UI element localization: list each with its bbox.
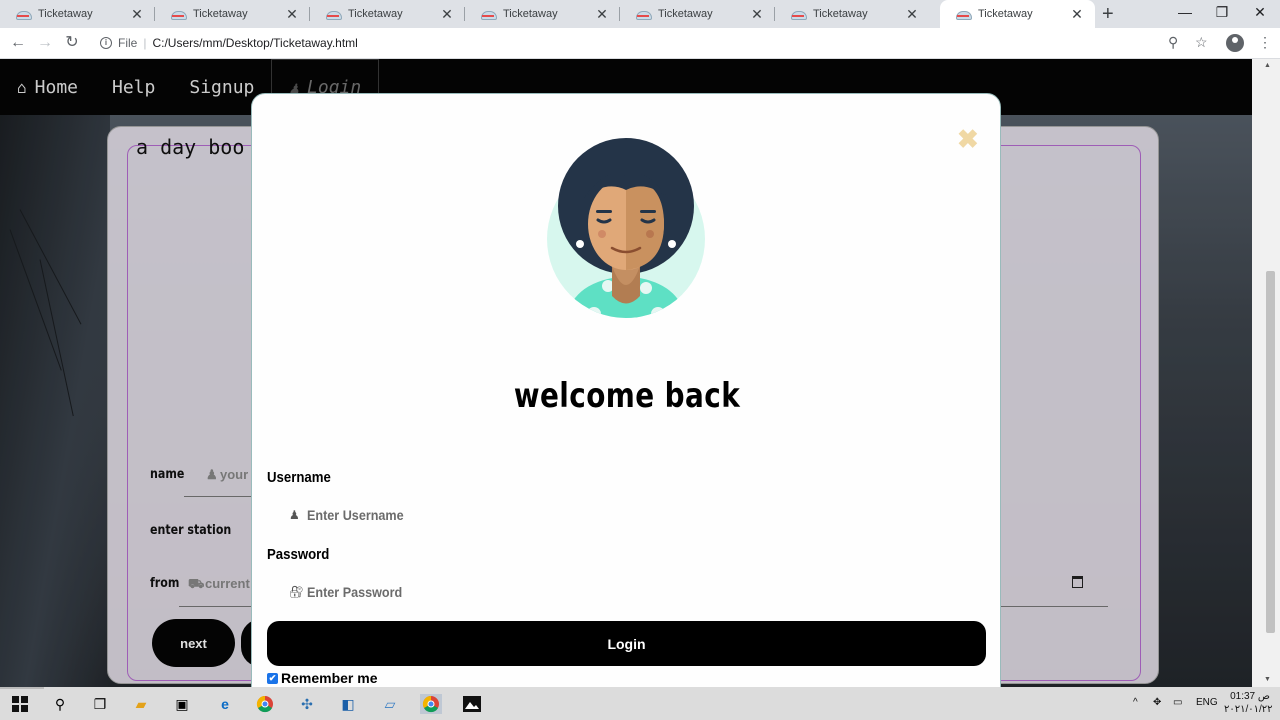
tab-title: Ticketaway <box>658 8 713 20</box>
app-icon[interactable]: ✣ <box>297 694 317 714</box>
close-tab-icon[interactable]: ✕ <box>439 6 455 22</box>
remember-checkbox[interactable]: ✔ <box>267 672 278 684</box>
photos-icon[interactable] <box>462 694 482 714</box>
close-tab-icon[interactable]: ✕ <box>129 6 145 22</box>
browser-tab[interactable]: Ticketaway ✕ <box>620 0 775 28</box>
close-tab-icon[interactable]: ✕ <box>594 6 610 22</box>
close-modal-icon[interactable]: ✖ <box>957 126 979 152</box>
scroll-up-icon[interactable]: ▲ <box>1264 62 1271 69</box>
clock-time: 01:37 ص <box>1230 691 1270 702</box>
browser-tab[interactable]: Ticketaway ✕ <box>310 0 465 28</box>
scrollbar-thumb[interactable] <box>1266 271 1275 633</box>
web-page: ⌂ Home Help Signup ♟ Login a day boo nam… <box>0 59 1252 687</box>
notes-icon[interactable]: ▱ <box>380 694 400 714</box>
ticket-favicon-icon <box>791 8 807 20</box>
modal-title: welcome back <box>513 376 741 416</box>
taskbar-clock[interactable]: 01:37 ص ٢٠٢١/٠١/٢٢ <box>1224 690 1273 716</box>
remember-me[interactable]: ✔ Remember me <box>267 670 378 686</box>
task-view-icon[interactable]: ❐ <box>90 694 110 714</box>
tab-title: Ticketaway <box>348 8 403 20</box>
address-bar[interactable]: i File | C:/Users/mm/Desktop/Ticketaway.… <box>90 31 1190 55</box>
tab-title: Ticketaway <box>193 8 248 20</box>
close-tab-icon[interactable]: ✕ <box>904 6 920 22</box>
zoom-icon[interactable]: ⚲ <box>1168 34 1178 51</box>
ticket-favicon-icon <box>171 8 187 20</box>
profile-avatar-icon[interactable] <box>1226 34 1244 52</box>
page-scrollbar[interactable]: ▲ ▼ <box>1252 59 1280 687</box>
dropbox-icon[interactable]: ✥ <box>1153 697 1161 708</box>
reload-icon[interactable]: ↻ <box>62 33 82 53</box>
file-explorer-icon[interactable]: ▰ <box>131 694 151 714</box>
close-tab-icon[interactable]: ✕ <box>1069 6 1085 22</box>
clock-date: ٢٠٢١/٠١/٢٢ <box>1224 704 1273 715</box>
tray-chevron-icon[interactable]: ^ <box>1133 697 1138 708</box>
username-label: Username <box>267 469 331 486</box>
edge-icon[interactable]: e <box>215 694 235 714</box>
language-indicator[interactable]: ENG <box>1196 697 1218 708</box>
forward-arrow-icon[interactable]: → <box>35 33 55 53</box>
lock-icon: 🔐︎ <box>289 585 305 599</box>
tab-title: Ticketaway <box>503 8 558 20</box>
password-input[interactable] <box>307 584 847 600</box>
address-url[interactable]: C:/Users/mm/Desktop/Ticketaway.html <box>152 36 357 50</box>
windows-taskbar: ⚲ ❐ ▰ ▣ e ✣ ◧ ▱ ^ ✥ ▭ ENG 01:37 ص ٢٠٢١/٠… <box>0 687 1280 720</box>
password-label: Password <box>267 546 330 563</box>
bookmark-star-icon[interactable]: ☆ <box>1195 34 1208 51</box>
search-icon[interactable]: ⚲ <box>50 694 70 714</box>
chrome-icon[interactable] <box>255 694 275 714</box>
menu-kebab-icon[interactable]: ⋮ <box>1258 34 1272 51</box>
windows-start-icon[interactable] <box>10 694 30 714</box>
browser-tab-active[interactable]: Ticketaway ✕ <box>940 0 1095 28</box>
remember-label: Remember me <box>281 670 378 686</box>
address-scheme: File <box>118 36 138 50</box>
restore-icon[interactable]: ❐ <box>1212 4 1232 21</box>
tab-title: Ticketaway <box>38 8 93 20</box>
tab-title: Ticketaway <box>978 8 1033 20</box>
browser-tab[interactable]: Ticketaway ✕ <box>465 0 620 28</box>
browser-tab[interactable]: Ticketaway ✕ <box>155 0 310 28</box>
back-arrow-icon[interactable]: ← <box>8 33 28 53</box>
username-field[interactable]: ♟ <box>267 498 986 532</box>
tab-title: Ticketaway <box>813 8 868 20</box>
ticket-favicon-icon <box>16 8 32 20</box>
network-icon[interactable]: ▭ <box>1173 697 1182 708</box>
vscode-icon[interactable]: ◧ <box>338 694 358 714</box>
close-tab-icon[interactable]: ✕ <box>749 6 765 22</box>
scroll-down-icon[interactable]: ▼ <box>1264 676 1271 683</box>
chrome-active-icon[interactable] <box>420 694 442 714</box>
store-icon[interactable]: ▣ <box>172 694 192 714</box>
password-field[interactable]: 🔐︎ <box>267 575 986 609</box>
ticket-favicon-icon <box>481 8 497 20</box>
browser-tab[interactable]: Ticketaway ✕ <box>0 0 155 28</box>
ticket-favicon-icon <box>636 8 652 20</box>
ticket-favicon-icon <box>326 8 342 20</box>
login-button[interactable]: Login <box>267 621 986 666</box>
ticket-favicon-icon <box>956 8 972 20</box>
login-modal: ✖ welcome back Username ♟ Enter Username… <box>251 93 1001 687</box>
browser-tabstrip: Ticketaway ✕ Ticketaway ✕ Ticketaway ✕ T… <box>0 0 1280 28</box>
browser-tab[interactable]: Ticketaway ✕ <box>775 0 930 28</box>
minimize-icon[interactable]: — <box>1175 4 1195 20</box>
window-close-icon[interactable]: ✕ <box>1250 4 1270 21</box>
info-icon[interactable]: i <box>100 37 112 49</box>
browser-toolbar: ← → ↻ i File | C:/Users/mm/Desktop/Ticke… <box>0 28 1280 59</box>
close-tab-icon[interactable]: ✕ <box>284 6 300 22</box>
username-input[interactable] <box>307 507 847 523</box>
new-tab-button[interactable]: + <box>1102 4 1114 24</box>
user-icon: ♟ <box>289 508 300 522</box>
user-avatar <box>547 138 705 318</box>
